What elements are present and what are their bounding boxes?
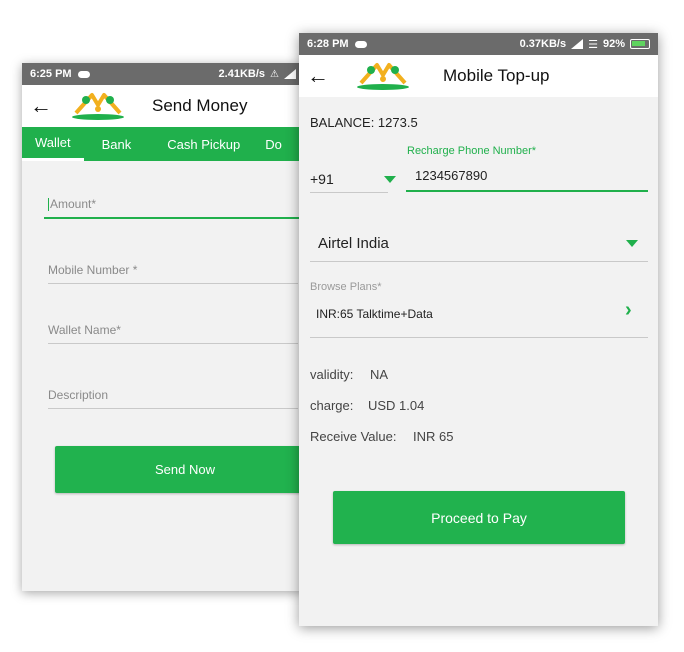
description-input[interactable]: Description [48, 388, 298, 409]
topup-form: BALANCE: 1273.5 +91 Recharge Phone Numbe… [299, 97, 658, 626]
phone-number-input[interactable]: 1234567890 [415, 168, 487, 183]
cloud-icon [77, 70, 90, 78]
receive-value-amount: INR 65 [413, 429, 454, 444]
proceed-to-pay-label: Proceed to Pay [431, 509, 527, 526]
operator-select[interactable]: Airtel India [318, 235, 389, 252]
app-bar: ← Mobile Top-up [299, 55, 658, 97]
mute-icon: ⚠ [270, 68, 279, 80]
app-bar: ← Send Money [22, 85, 304, 127]
signal-icon [571, 39, 584, 49]
country-code-value[interactable]: +91 [310, 171, 334, 187]
send-now-button[interactable]: Send Now [55, 446, 304, 493]
cloud-icon [354, 40, 367, 48]
wallet-name-input[interactable]: Wallet Name* [48, 323, 298, 344]
validity-value: NA [370, 367, 389, 382]
operator-underline [310, 261, 648, 262]
country-code-underline [310, 192, 388, 193]
text-cursor [48, 198, 49, 212]
plan-underline [310, 337, 648, 338]
chevron-right-icon[interactable]: › [625, 299, 632, 322]
tab-wallet[interactable]: Wallet [22, 127, 84, 161]
description-placeholder: Description [48, 388, 109, 402]
status-time: 6:28 PM [307, 38, 349, 50]
back-arrow-icon[interactable]: ← [30, 95, 56, 117]
receive-value-label: Receive Value: [310, 429, 397, 444]
page-title: Mobile Top-up [443, 66, 550, 85]
status-bar: 6:25 PM 2.41KB/s ⚠ [22, 63, 304, 85]
amount-placeholder: Amount* [50, 197, 97, 211]
send-money-screen: 6:25 PM 2.41KB/s ⚠ ← Send Money Wallet B… [22, 63, 304, 591]
battery-percent: 92% [602, 38, 625, 50]
validity-label: validity: [310, 367, 354, 382]
mobile-number-input[interactable]: Mobile Number * [48, 263, 298, 284]
charge-label: charge: [310, 398, 354, 413]
proceed-to-pay-button[interactable]: Proceed to Pay [333, 491, 625, 544]
dropdown-caret-icon[interactable] [626, 240, 638, 247]
plan-select[interactable]: INR:65 Talktime+Data [316, 307, 433, 321]
phone-number-label: Recharge Phone Number* [407, 145, 537, 157]
page-title: Send Money [152, 96, 248, 115]
mobile-number-placeholder: Mobile Number * [48, 263, 138, 277]
browse-plans-label: Browse Plans* [310, 281, 382, 293]
network-speed: 2.41KB/s [218, 68, 266, 80]
balance-text: BALANCE: 1273.5 [310, 115, 418, 130]
mobile-topup-screen: 6:28 PM 0.37KB/s ☰ 92% ← Mobile Top-up B… [299, 33, 658, 626]
tab-bank[interactable]: Bank [84, 127, 148, 161]
battery-icon [630, 39, 650, 49]
send-now-label: Send Now [155, 462, 215, 477]
tab-door-delivery[interactable]: Do [253, 127, 295, 161]
tab-bar: Wallet Bank Cash Pickup Do [22, 127, 304, 161]
phone-number-underline [406, 190, 648, 192]
app-logo [72, 93, 124, 120]
wifi-icon: ☰ [588, 38, 598, 51]
charge-value: USD 1.04 [368, 398, 425, 413]
app-logo [357, 63, 409, 90]
status-time: 6:25 PM [30, 68, 72, 80]
signal-icon [284, 69, 296, 79]
tab-cash-pickup[interactable]: Cash Pickup [147, 127, 253, 161]
network-speed: 0.37KB/s [519, 38, 567, 50]
amount-input[interactable]: Amount* [44, 197, 304, 220]
status-bar: 6:28 PM 0.37KB/s ☰ 92% [299, 33, 658, 55]
wallet-name-placeholder: Wallet Name* [48, 323, 121, 337]
send-money-form: Amount* Mobile Number * Wallet Name* Des… [22, 161, 304, 591]
dropdown-caret-icon[interactable] [384, 176, 396, 183]
back-arrow-icon[interactable]: ← [307, 65, 333, 87]
